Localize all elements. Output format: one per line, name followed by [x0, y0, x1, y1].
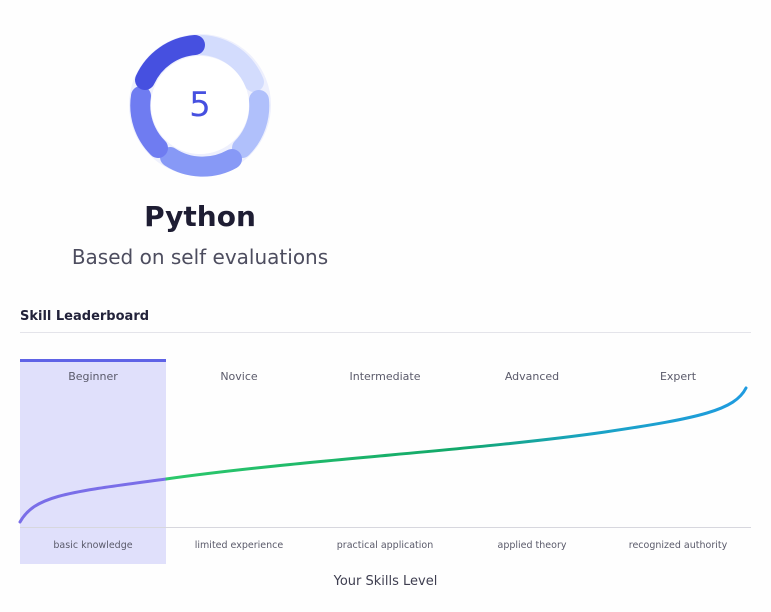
score-ring: 5: [125, 30, 275, 180]
level-desc-beginner: basic knowledge: [53, 540, 133, 551]
skill-card: 5 Python Based on self evaluations Skill…: [0, 0, 771, 612]
leaderboard-divider: [20, 332, 751, 333]
level-desc-novice: limited experience: [194, 540, 284, 551]
level-desc-intermediate: practical application: [336, 540, 434, 551]
skill-name: Python: [144, 200, 256, 233]
level-label-advanced: Advanced: [504, 370, 560, 383]
level-label-expert: Expert: [659, 370, 697, 383]
score-value: 5: [189, 85, 211, 125]
level-label-intermediate: Intermediate: [349, 370, 421, 383]
level-desc-expert: recognized authority: [628, 540, 728, 551]
leaderboard-title: Skill Leaderboard: [20, 309, 150, 324]
level-label-beginner: Beginner: [68, 370, 118, 383]
level-label-novice: Novice: [220, 370, 258, 383]
skill-subtitle: Based on self evaluations: [71, 245, 329, 269]
selected-level-highlight: [20, 359, 166, 564]
skills-axis-title: Your Skills Level: [333, 574, 438, 589]
chart-baseline: [20, 527, 751, 528]
level-desc-advanced: applied theory: [497, 540, 567, 551]
